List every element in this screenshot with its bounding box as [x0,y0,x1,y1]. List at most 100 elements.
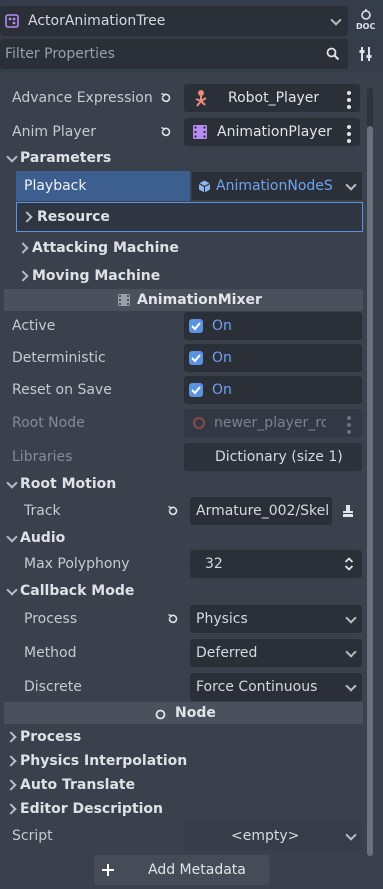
moving-machine-section[interactable]: Moving Machine [0,264,372,288]
node-3d-icon [192,89,210,107]
node-icon [192,416,206,430]
callback-method-row: Method Deferred [0,638,383,668]
auto-translate-section[interactable]: Auto Translate [0,773,372,797]
chevron-right-icon [5,779,17,791]
node-header: ActorAnimationTree DOC [0,6,383,36]
property-tools-icon[interactable] [358,46,374,62]
chevron-right-icon [5,803,17,815]
callback-process-label: Process [24,611,78,627]
callback-discrete-row: Discrete Force Continuous [0,672,383,702]
filter-input[interactable]: Filter Properties [0,39,348,69]
root-node-value: newer_player_ro [214,415,326,431]
add-icon [101,863,115,877]
physics-interpolation-label: Physics Interpolation [20,753,188,769]
filter-bar: Filter Properties [0,39,383,69]
anim-player-value: AnimationPlayer [217,124,332,140]
callback-mode-label: Callback Mode [20,583,135,599]
advance-expression-label: Advance Expression B [12,90,158,106]
root-node-label: Root Node [12,415,85,431]
chevron-down-icon [345,612,357,624]
playback-label: Playback [24,178,87,194]
reset-on-save-toggle[interactable]: On [184,376,362,404]
process-section[interactable]: Process [0,725,372,749]
anim-player-field[interactable]: AnimationPlayer [184,118,360,146]
resource-subsection[interactable]: Resource [16,202,363,232]
node-class-header: Node [4,702,363,724]
active-value: On [212,318,232,334]
playback-field[interactable]: AnimationNodeS [192,172,362,200]
callback-method-select[interactable]: Deferred [190,639,362,667]
libraries-button[interactable]: Dictionary (size 1) [184,443,362,471]
checkbox-checked-icon [189,319,203,333]
chevron-down-icon [345,680,357,692]
doc-icon [360,9,372,21]
advance-expression-value: Robot_Player [228,90,320,106]
chevron-down-icon[interactable] [345,179,357,191]
script-field[interactable]: <empty> [184,822,362,850]
node-class-label: Node [175,705,216,721]
root-motion-section[interactable]: Root Motion [0,472,372,496]
search-icon [326,47,340,61]
doc-label: DOC [356,22,376,31]
chevron-down-icon [345,646,357,658]
chevron-down-icon [6,584,18,596]
active-toggle[interactable]: On [184,312,362,340]
track-field[interactable]: Armature_002/Skel [190,497,332,525]
callback-method-label: Method [24,645,77,661]
callback-method-value: Deferred [196,645,258,661]
attacking-machine-section[interactable]: Attacking Machine [0,236,372,260]
advance-expression-row: Advance Expression B Robot_Player [0,83,383,113]
playback-value: AnimationNodeS [216,178,332,194]
deterministic-row: Deterministic On [0,343,383,373]
more-icon[interactable] [347,125,351,146]
script-label: Script [12,828,53,844]
libraries-label: Libraries [12,449,73,465]
animation-tree-icon [5,14,19,28]
deterministic-label: Deterministic [12,350,106,366]
deterministic-value: On [212,350,232,366]
root-node-field[interactable]: newer_player_ro [184,409,362,437]
revert-icon[interactable] [160,92,172,104]
root-node-row: Root Node newer_player_ro [0,408,383,438]
chevron-down-icon [6,151,18,163]
editor-description-label: Editor Description [20,801,164,817]
audio-label: Audio [20,530,66,546]
anim-player-row: Anim Player AnimationPlayer [0,117,383,147]
track-row: Track Armature_002/Skel [0,496,383,526]
node-selector[interactable]: ActorAnimationTree [0,6,348,36]
playback-row: Playback AnimationNodeS [16,171,364,201]
chevron-right-icon [5,755,17,767]
more-icon[interactable] [347,416,351,437]
node-icon [155,708,166,720]
callback-discrete-select[interactable]: Force Continuous [190,673,362,701]
max-polyphony-row: Max Polyphony 32 [0,549,383,579]
more-icon[interactable] [347,91,351,112]
callback-discrete-value: Force Continuous [196,679,318,695]
script-value: <empty> [231,828,300,844]
callback-process-select[interactable]: Physics [190,605,362,633]
parameters-section[interactable]: Parameters [0,146,372,170]
revert-icon[interactable] [167,505,179,517]
clear-icon[interactable] [342,504,354,518]
editor-description-section[interactable]: Editor Description [0,797,372,821]
active-row: Active On [0,311,383,341]
callback-mode-section[interactable]: Callback Mode [0,579,372,603]
revert-icon[interactable] [160,126,172,138]
physics-interpolation-section[interactable]: Physics Interpolation [0,749,372,773]
reset-on-save-value: On [212,382,232,398]
animation-mixer-label: AnimationMixer [137,292,262,308]
audio-section[interactable]: Audio [0,526,372,550]
stepper-icon[interactable] [344,557,354,571]
revert-icon[interactable] [167,613,179,625]
callback-process-value: Physics [196,611,248,627]
checkbox-checked-icon [189,351,203,365]
animation-player-icon [192,124,208,140]
max-polyphony-spinbox[interactable]: 32 [190,550,362,578]
advance-expression-field[interactable]: Robot_Player [184,84,360,112]
auto-translate-label: Auto Translate [20,777,136,793]
add-metadata-label: Add Metadata [148,862,246,878]
deterministic-toggle[interactable]: On [184,344,362,372]
doc-button[interactable]: DOC [352,6,380,36]
chevron-right-icon [17,242,29,254]
add-metadata-button[interactable]: Add Metadata [94,855,269,885]
